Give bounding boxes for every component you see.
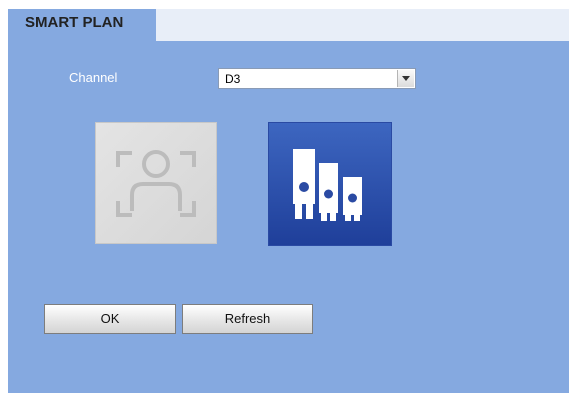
- ok-button[interactable]: OK: [44, 304, 176, 334]
- tab-smart-plan[interactable]: SMART PLAN: [8, 9, 156, 41]
- channel-label: Channel: [69, 70, 118, 85]
- chevron-down-icon: [402, 76, 410, 81]
- smart-plan-window: SMART PLAN Channel D3 OK Refresh: [0, 0, 577, 399]
- channel-select[interactable]: D3: [218, 68, 416, 89]
- refresh-button[interactable]: Refresh: [182, 304, 313, 334]
- channel-select-value: D3: [225, 72, 241, 86]
- face-detection-icon: [116, 150, 196, 217]
- people-counting-icon: [293, 149, 362, 221]
- people-counting-tile[interactable]: [268, 122, 392, 246]
- face-detection-tile[interactable]: [95, 122, 217, 244]
- dropdown-button[interactable]: [397, 70, 414, 87]
